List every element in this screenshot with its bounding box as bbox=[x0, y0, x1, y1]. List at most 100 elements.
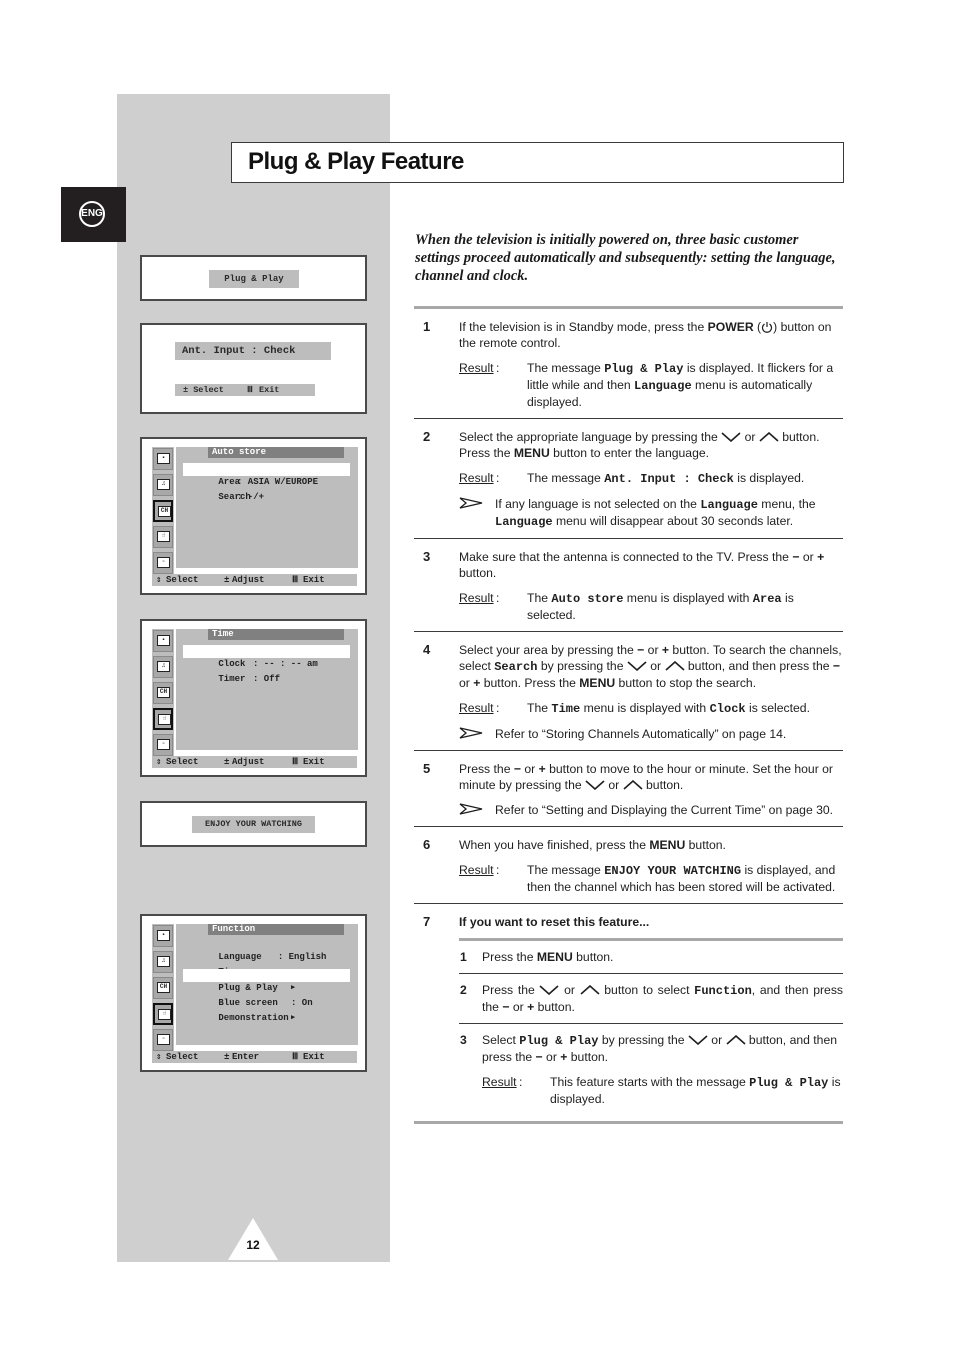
tv-picture-icon: ▪ bbox=[153, 630, 173, 652]
menu-icon: Ⅲ bbox=[292, 575, 299, 585]
step-1: 1 If the television is in Standby mode, … bbox=[414, 309, 843, 418]
osd-footer: ⇕ Select ± Enter Ⅲ Exit bbox=[152, 1051, 357, 1063]
pip-icon: ▫ bbox=[153, 1029, 173, 1051]
step-number: 5 bbox=[423, 761, 431, 776]
step-result: Result: The message Plug & Play is displa… bbox=[459, 361, 834, 409]
select-hint: ± Select bbox=[183, 385, 224, 395]
step-result: Result: This feature starts with the mess… bbox=[482, 1075, 841, 1106]
osd-footer: ⇕ Select ± Adjust Ⅲ Exit bbox=[152, 574, 357, 586]
osd-side-icons: ▪ ♫ CH ☝ ▫ bbox=[152, 924, 174, 1058]
step-text: Select your area by pressing the − or + … bbox=[459, 643, 842, 690]
osd-message: Plug & Play bbox=[209, 270, 299, 288]
osd-menu-title: Auto store bbox=[208, 447, 344, 458]
sub-step-1: 1 Press the MENU button. bbox=[460, 950, 614, 964]
osd-menu-panel: Auto store Area: ASIA W/EUROPE Search: -… bbox=[176, 447, 358, 568]
osd-footer: ± Select Ⅲ Exit bbox=[175, 384, 315, 396]
down-button-icon bbox=[627, 661, 647, 671]
osd-menu-panel: Time Clock: -- : -- am Timer: Off bbox=[176, 629, 358, 750]
sound-icon: ♫ bbox=[153, 951, 173, 973]
note-arrow-icon bbox=[459, 803, 483, 815]
function-hand-icon: ☝ bbox=[153, 1003, 173, 1025]
tv-picture-icon: ▪ bbox=[153, 925, 173, 947]
step-number: 2 bbox=[423, 429, 431, 444]
up-button-icon bbox=[665, 661, 685, 671]
step-text: When you have finished, press the MENU b… bbox=[459, 838, 726, 852]
sub-step-2: 2 Press the or button to select Function… bbox=[460, 983, 844, 1014]
step-6: 6 When you have finished, press the MENU… bbox=[414, 827, 843, 903]
osd-side-icons: ▪ ♫ CH ☝ ▫ bbox=[152, 447, 174, 581]
step-note: Refer to “Setting and Displaying the Cur… bbox=[459, 802, 843, 818]
step-result: Result: The message ENJOY YOUR WATCHING i… bbox=[459, 863, 836, 894]
osd-menu-row: Language : English bbox=[218, 952, 327, 962]
tv-picture-icon: ▪ bbox=[153, 448, 173, 470]
osd-time: ▪ ♫ CH ☝ ▫ Time Clock: -- : -- am Timer:… bbox=[140, 619, 367, 777]
plus-minus-icon: ± bbox=[224, 1052, 230, 1062]
menu-icon: Ⅲ bbox=[292, 757, 299, 767]
osd-footer: ⇕ Select ± Adjust Ⅲ Exit bbox=[152, 756, 357, 768]
steps-list: 1 If the television is in Standby mode, … bbox=[414, 306, 843, 1124]
step-5: 5 Press the − or + button to move to the… bbox=[414, 751, 843, 826]
divider bbox=[414, 1121, 843, 1124]
down-button-icon bbox=[585, 780, 605, 790]
language-badge: ENG bbox=[79, 201, 105, 227]
step-text: Make sure that the antenna is connected … bbox=[459, 550, 825, 580]
submenu-arrow-icon: ▶ bbox=[291, 1014, 296, 1022]
title-box: Plug & Play Feature bbox=[231, 142, 844, 183]
up-button-icon bbox=[726, 1035, 746, 1045]
osd-side-icons: ▪ ♫ CH ☝ ▫ bbox=[152, 629, 174, 763]
step-result: Result: The Auto store menu is displayed … bbox=[459, 591, 794, 622]
osd-menu-row: Clock: -- : -- am bbox=[183, 645, 350, 669]
step-text: If the television is in Standby mode, pr… bbox=[459, 320, 832, 350]
step-3: 3 Make sure that the antenna is connecte… bbox=[414, 539, 843, 631]
step-number: 6 bbox=[423, 837, 431, 852]
step-number: 7 bbox=[423, 914, 431, 929]
channel-icon: CH bbox=[153, 977, 173, 999]
note-arrow-icon bbox=[459, 727, 483, 739]
step-4: 4 Select your area by pressing the − or … bbox=[414, 632, 843, 750]
down-button-icon bbox=[721, 432, 741, 442]
menu-icon: Ⅲ bbox=[247, 385, 253, 395]
step-text: Press the − or + button to move to the h… bbox=[459, 762, 833, 792]
updown-icon: ⇕ bbox=[156, 575, 162, 585]
step-2: 2 Select the appropriate language by pre… bbox=[414, 419, 843, 538]
osd-menu-row: Plug & Play ▶ bbox=[183, 969, 350, 993]
osd-enjoy-watching: ENJOY YOUR WATCHING bbox=[140, 801, 367, 847]
osd-menu-row: Time▶ bbox=[183, 953, 350, 977]
plus-minus-icon: ± bbox=[224, 575, 230, 585]
sub-step-3: 3 Select Plug & Play by pressing the or … bbox=[459, 1024, 843, 1115]
osd-menu-title: Function bbox=[208, 924, 344, 935]
sound-icon: ♫ bbox=[153, 656, 173, 678]
channel-icon: CH bbox=[153, 682, 173, 704]
down-button-icon bbox=[688, 1035, 708, 1045]
osd-auto-store: ▪ ♫ CH ☝ ▫ Auto store Area: ASIA W/EUROP… bbox=[140, 437, 367, 595]
function-hand-icon: ☝ bbox=[153, 708, 173, 730]
osd-menu-panel: Function Language : English Time▶ Plug &… bbox=[176, 924, 358, 1045]
note-arrow-icon bbox=[459, 497, 483, 509]
up-button-icon bbox=[580, 985, 600, 995]
osd-menu-row: Timer: Off bbox=[218, 674, 281, 684]
osd-menu-row: Area: ASIA W/EUROPE bbox=[183, 463, 350, 487]
step-note: If any language is not selected on the L… bbox=[459, 496, 843, 530]
step-number: 4 bbox=[423, 642, 431, 657]
osd-plug-play: Plug & Play bbox=[140, 255, 367, 301]
step-heading: If you want to reset this feature... bbox=[459, 915, 650, 929]
updown-icon: ⇕ bbox=[156, 757, 162, 767]
step-text: Select the appropriate language by press… bbox=[459, 430, 820, 460]
step-7: 7 If you want to reset this feature... 1… bbox=[414, 904, 843, 1121]
step-result: Result: The Time menu is displayed with C… bbox=[459, 701, 810, 716]
osd-message: Ant. Input : Check bbox=[175, 342, 331, 360]
osd-menu-row: Search: -/+ bbox=[218, 492, 265, 502]
power-icon bbox=[761, 321, 773, 333]
page-number: 12 bbox=[246, 1238, 260, 1252]
osd-menu-title: Time bbox=[208, 629, 344, 640]
step-number: 1 bbox=[423, 319, 431, 334]
osd-ant-input: Ant. Input : Check ± Select Ⅲ Exit bbox=[140, 323, 367, 414]
plus-minus-icon: ± bbox=[224, 757, 230, 767]
pip-icon: ▫ bbox=[153, 552, 173, 574]
updown-icon: ⇕ bbox=[156, 1052, 162, 1062]
step-number: 3 bbox=[423, 549, 431, 564]
step-result: Result: The message Ant. Input : Check is… bbox=[459, 471, 805, 486]
language-tab: ENG bbox=[61, 187, 126, 242]
osd-function: ▪ ♫ CH ☝ ▫ Function Language : English T… bbox=[140, 914, 367, 1072]
menu-icon: Ⅲ bbox=[292, 1052, 299, 1062]
